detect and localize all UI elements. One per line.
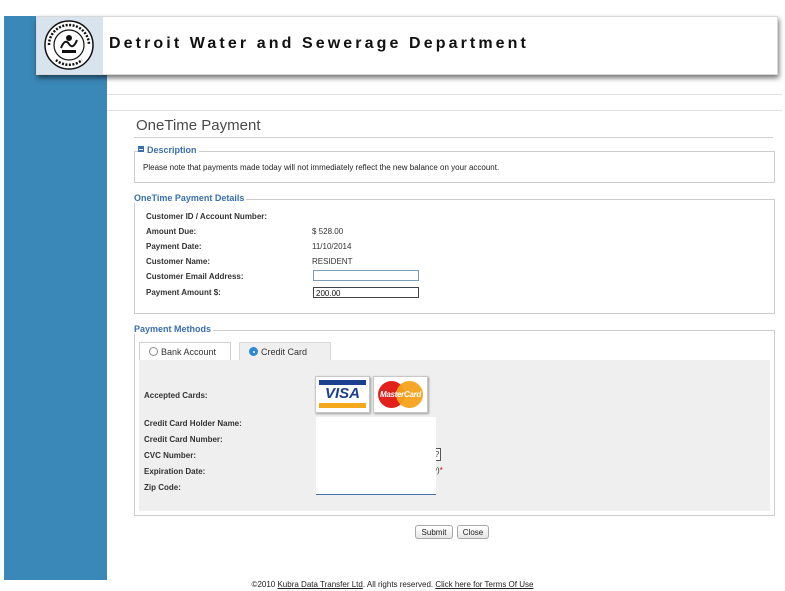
amount-due-value: $ 528.00: [312, 227, 344, 236]
description-section: Description Please note that payments ma…: [134, 145, 775, 183]
expiration-label: Expiration Date:: [144, 467, 206, 476]
visa-card-text: VISA: [324, 385, 360, 402]
site-header: Detroit Water and Sewerage Department: [36, 16, 778, 75]
accepted-cards-label: Accepted Cards:: [144, 391, 208, 400]
footer: ©2010 Kubra Data Transfer Ltd. All right…: [0, 580, 785, 589]
submit-button[interactable]: Submit: [415, 525, 453, 539]
payment-details-section: OneTime Payment Details Customer ID / Ac…: [134, 193, 775, 314]
zip-field-underline[interactable]: [316, 494, 436, 495]
kubra-link[interactable]: Kubra Data Transfer Ltd: [277, 580, 362, 589]
description-text: Please note that payments made today wil…: [143, 163, 500, 172]
mastercard-logo: MasterCard: [373, 376, 428, 413]
close-button[interactable]: Close: [457, 525, 489, 539]
payment-methods-section: Payment Methods Bank Account Credit Card…: [134, 324, 775, 516]
card-number-label: Credit Card Number:: [144, 435, 223, 444]
dwsd-seal-icon: [44, 20, 94, 70]
customer-id-label: Customer ID / Account Number:: [146, 212, 268, 221]
email-label: Customer Email Address:: [146, 272, 244, 281]
payment-date-label: Payment Date:: [146, 242, 202, 251]
bank-account-radio[interactable]: [149, 347, 158, 356]
tab-credit-card-label: Credit Card: [261, 347, 308, 357]
description-legend-label: Description: [147, 145, 197, 155]
holder-name-label: Credit Card Holder Name:: [144, 419, 242, 428]
card-fields-mask: [316, 417, 436, 494]
payment-details-legend: OneTime Payment Details: [134, 193, 247, 203]
credit-card-radio[interactable]: [249, 347, 258, 356]
dwsd-logo: [37, 17, 103, 74]
payment-amount-field[interactable]: 200.00: [313, 287, 419, 298]
collapse-icon[interactable]: [138, 146, 144, 152]
credit-card-panel: Accepted Cards: VISA MasterCard Credit C…: [139, 360, 770, 511]
email-field[interactable]: [313, 270, 419, 281]
divider: [107, 94, 782, 95]
payment-date-value: 11/10/2014: [312, 242, 352, 251]
customer-name-value: RESIDENT: [312, 257, 353, 266]
amount-due-label: Amount Due:: [146, 227, 197, 236]
left-sidebar: [4, 16, 107, 580]
cvc-label: CVC Number:: [144, 451, 197, 460]
divider: [107, 110, 782, 111]
page-title: OneTime Payment: [136, 117, 261, 134]
footer-rights: . All rights reserved.: [362, 580, 436, 589]
required-mark: *: [439, 466, 443, 475]
site-title: Detroit Water and Sewerage Department: [109, 35, 529, 52]
description-legend[interactable]: Description: [138, 145, 199, 155]
footer-copyright: ©2010: [251, 580, 278, 589]
customer-name-label: Customer Name:: [146, 257, 211, 266]
visa-card-logo: VISA: [315, 376, 370, 413]
terms-of-use-link[interactable]: Click here for Terms Of Use: [435, 580, 533, 589]
zip-label: Zip Code:: [144, 483, 181, 492]
tab-bank-account-label: Bank Account: [161, 347, 217, 357]
payment-amount-label: Payment Amount $:: [146, 288, 221, 297]
payment-methods-legend: Payment Methods: [134, 324, 214, 334]
mastercard-text: MasterCard: [379, 390, 422, 399]
tab-bank-account[interactable]: Bank Account: [139, 342, 231, 360]
visa-stripe-bottom: [319, 403, 366, 408]
title-divider: [134, 137, 773, 138]
tab-credit-card[interactable]: Credit Card: [239, 342, 331, 360]
